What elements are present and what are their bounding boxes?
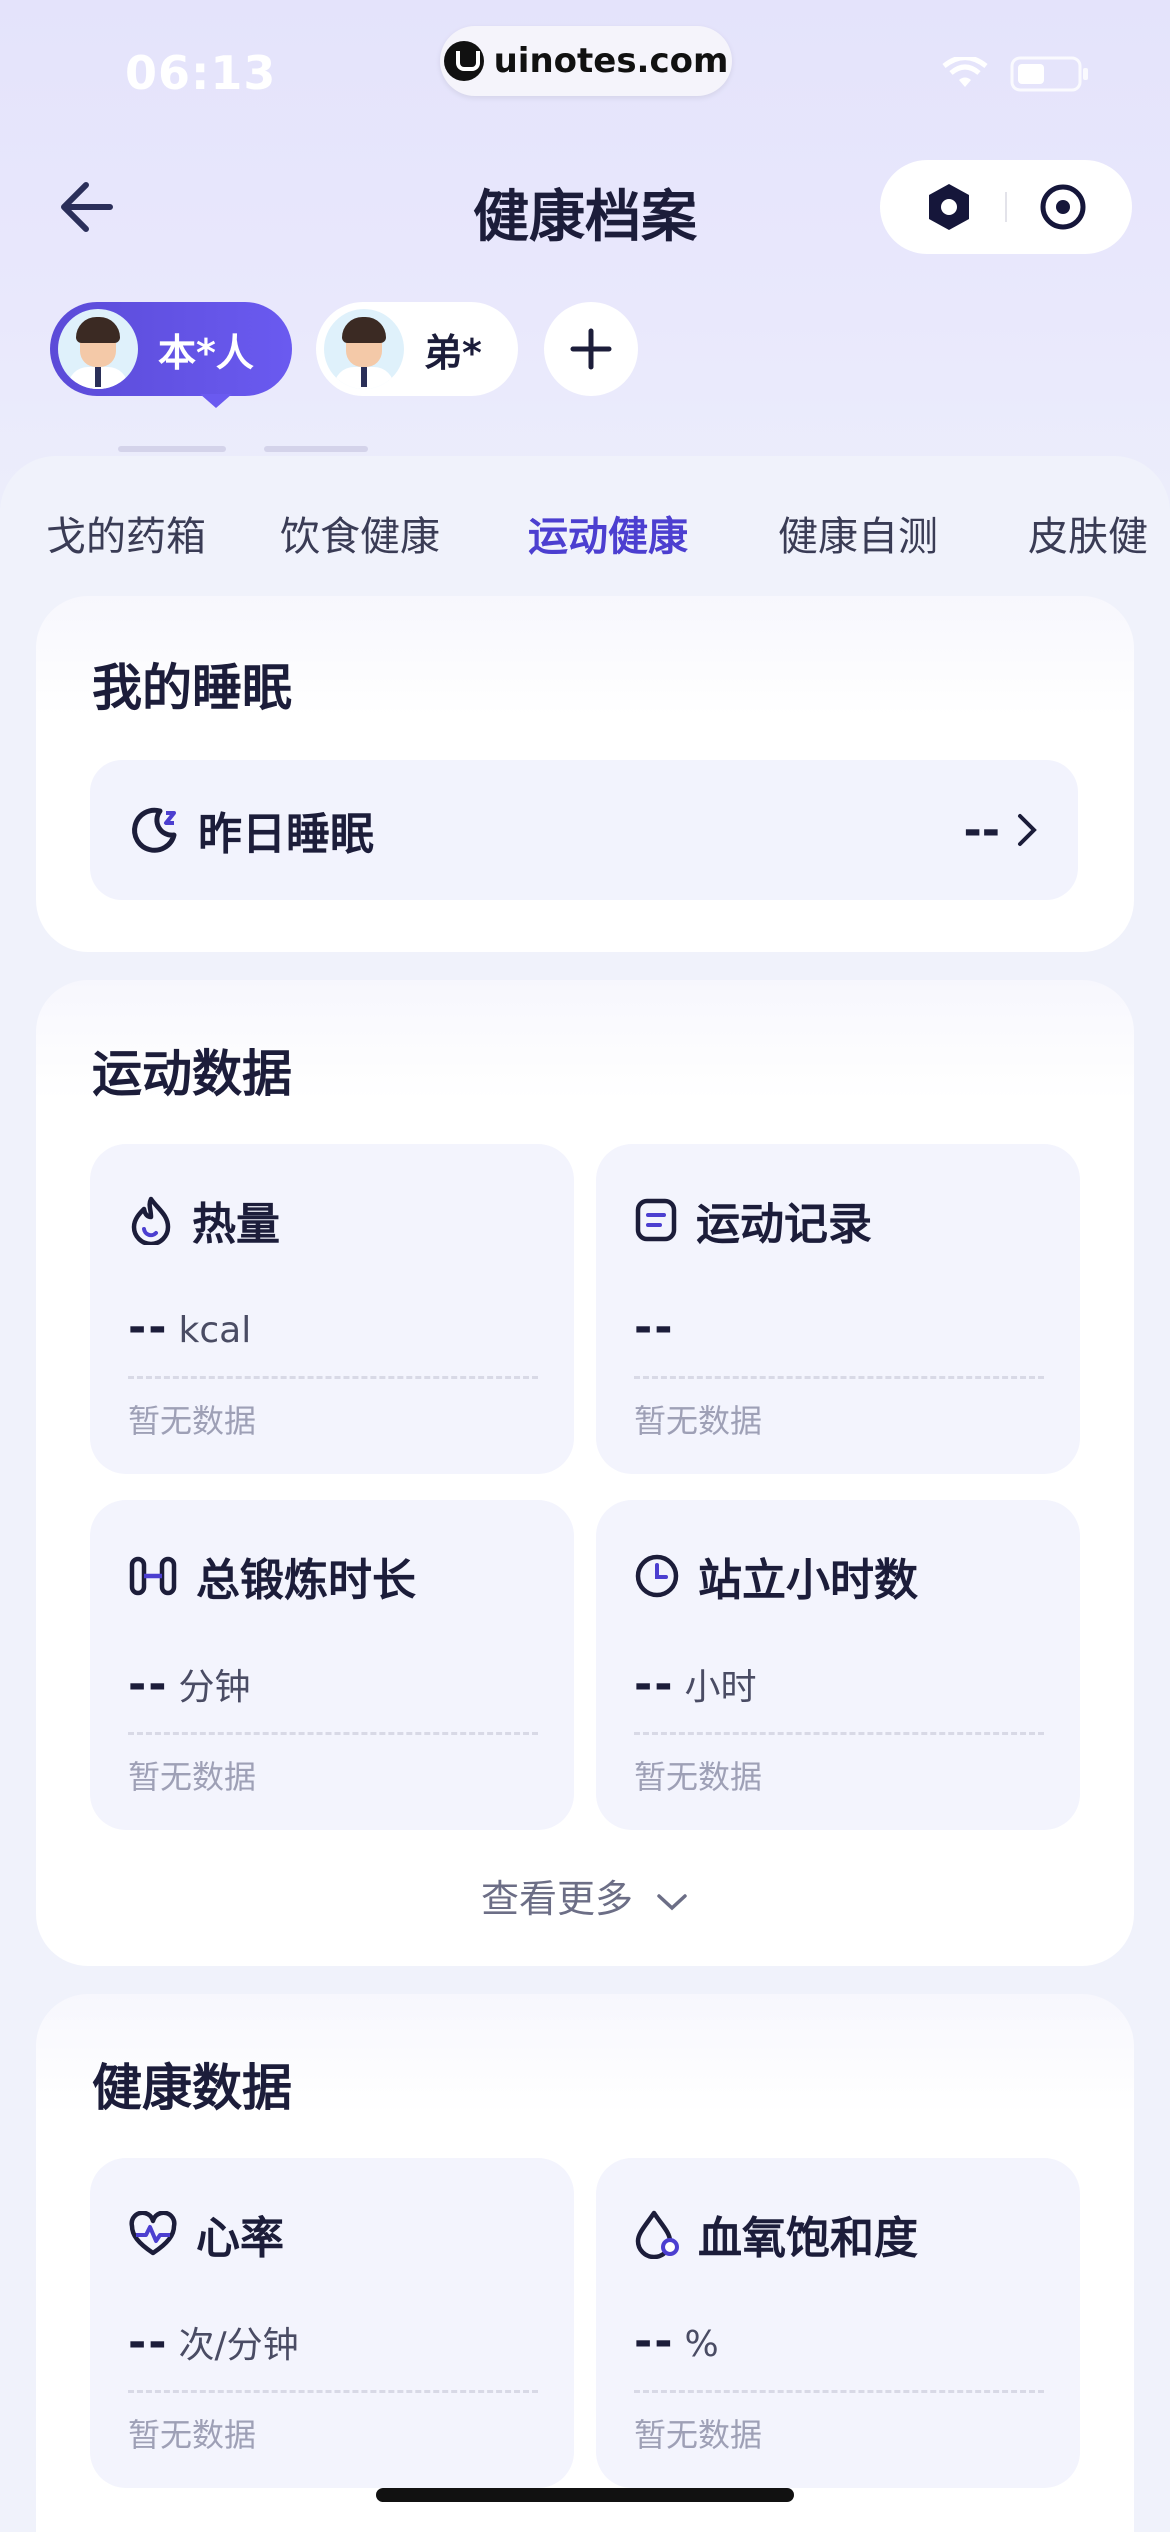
tile-unit: % bbox=[684, 2324, 719, 2365]
close-target-icon[interactable] bbox=[1038, 182, 1088, 232]
plus-icon bbox=[570, 328, 612, 370]
tile-label: 心率 bbox=[196, 2213, 284, 2264]
blood-oxygen-tile[interactable]: 血氧饱和度 -- % 暂无数据 bbox=[596, 2158, 1080, 2488]
profile-chip-brother[interactable]: 弟* bbox=[316, 302, 518, 396]
tab-sport-health[interactable]: 运动健康 bbox=[528, 504, 688, 562]
tile-empty-text: 暂无数据 bbox=[634, 2416, 763, 2454]
heart-rate-tile[interactable]: 心率 -- 次/分钟 暂无数据 bbox=[90, 2158, 574, 2488]
tile-empty-text: 暂无数据 bbox=[634, 1402, 763, 1440]
add-profile-button[interactable] bbox=[544, 302, 638, 396]
scroll-indicator bbox=[118, 446, 226, 452]
view-more-label: 查看更多 bbox=[480, 1877, 633, 1921]
tile-empty-text: 暂无数据 bbox=[128, 2416, 257, 2454]
tab-skin-health[interactable]: 皮肤健 bbox=[1028, 504, 1148, 562]
tile-value: -- bbox=[128, 1302, 169, 1353]
tab-diet-health[interactable]: 饮食健康 bbox=[280, 504, 440, 562]
avatar bbox=[58, 309, 138, 389]
profile-name: 本*人 bbox=[158, 330, 254, 375]
battery-icon bbox=[1010, 56, 1088, 92]
category-tabs: 戈的药箱 饮食健康 运动健康 健康自测 皮肤健 bbox=[0, 456, 1170, 596]
record-icon bbox=[635, 1198, 677, 1242]
tile-value: -- bbox=[128, 1659, 169, 1710]
blood-oxygen-icon bbox=[635, 2210, 679, 2259]
tile-value: -- bbox=[128, 2317, 169, 2368]
divider bbox=[128, 2390, 538, 2393]
tile-empty-text: 暂无数据 bbox=[634, 1758, 763, 1796]
divider bbox=[128, 1732, 538, 1735]
profile-chip-self[interactable]: 本*人 bbox=[50, 302, 292, 408]
watermark-logo-icon bbox=[443, 41, 484, 81]
tab-health-selftest[interactable]: 健康自测 bbox=[778, 504, 938, 562]
clock-icon bbox=[635, 1554, 679, 1598]
moon-icon bbox=[132, 807, 177, 853]
flame-icon bbox=[131, 1196, 171, 1245]
card-title: 健康数据 bbox=[92, 2059, 292, 2117]
calories-tile[interactable]: 热量 -- kcal 暂无数据 bbox=[90, 1144, 574, 1474]
tile-label: 热量 bbox=[192, 1199, 280, 1250]
avatar bbox=[324, 309, 404, 389]
heart-rate-icon bbox=[129, 2211, 177, 2256]
tile-label: 运动记录 bbox=[696, 1199, 872, 1250]
sleep-row-label: 昨日睡眠 bbox=[198, 809, 374, 860]
divider bbox=[128, 1376, 538, 1379]
tile-unit: 小时 bbox=[684, 1667, 757, 1708]
exercise-record-tile[interactable]: 运动记录 -- 暂无数据 bbox=[596, 1144, 1080, 1474]
more-menu-icon[interactable] bbox=[924, 182, 974, 232]
tab-medicine-box[interactable]: 戈的药箱 bbox=[46, 504, 206, 562]
tile-empty-text: 暂无数据 bbox=[128, 1402, 257, 1440]
tile-label: 站立小时数 bbox=[698, 1555, 918, 1606]
status-time: 06:13 bbox=[125, 46, 277, 100]
mini-program-capsule bbox=[880, 160, 1132, 254]
sleep-card: 我的睡眠 昨日睡眠 -- bbox=[36, 596, 1134, 952]
sleep-row-value: -- bbox=[963, 804, 1000, 856]
tile-unit: 次/分钟 bbox=[178, 2325, 299, 2366]
profile-name: 弟* bbox=[424, 330, 482, 375]
tile-empty-text: 暂无数据 bbox=[128, 1758, 257, 1796]
tile-label: 血氧饱和度 bbox=[698, 2213, 918, 2264]
wifi-icon bbox=[942, 57, 988, 87]
dumbbell-icon bbox=[129, 1556, 177, 1596]
divider bbox=[634, 1732, 1044, 1735]
scroll-indicator bbox=[264, 446, 368, 452]
health-data-card: 健康数据 心率 -- 次/分钟 暂无数据 血氧饱和度 -- % 暂无数据 bbox=[36, 1994, 1134, 2532]
capsule-divider bbox=[1004, 192, 1007, 222]
tile-unit: 分钟 bbox=[178, 1667, 251, 1708]
watermark-text: uinotes.com bbox=[493, 41, 729, 81]
view-more-button[interactable]: 查看更多 bbox=[36, 1868, 1134, 1923]
home-indicator[interactable] bbox=[376, 2488, 794, 2502]
watermark-badge: uinotes.com bbox=[440, 26, 732, 96]
tile-value: -- bbox=[634, 1659, 675, 1710]
chevron-down-icon bbox=[657, 1893, 687, 1910]
card-title: 我的睡眠 bbox=[92, 659, 292, 717]
total-workout-duration-tile[interactable]: 总锻炼时长 -- 分钟 暂无数据 bbox=[90, 1500, 574, 1830]
standing-hours-tile[interactable]: 站立小时数 -- 小时 暂无数据 bbox=[596, 1500, 1080, 1830]
tile-value: -- bbox=[634, 1302, 675, 1353]
divider bbox=[634, 1376, 1044, 1379]
tile-label: 总锻炼时长 bbox=[196, 1555, 416, 1606]
chevron-right-icon bbox=[1018, 814, 1037, 846]
tile-value: -- bbox=[634, 2316, 675, 2367]
card-title: 运动数据 bbox=[92, 1045, 292, 1103]
status-icons bbox=[942, 56, 1090, 92]
sport-data-card: 运动数据 热量 -- kcal 暂无数据 运动记录 -- 暂无数据 总锻炼时长 … bbox=[36, 980, 1134, 1966]
tile-unit: kcal bbox=[178, 1310, 252, 1351]
yesterday-sleep-row[interactable]: 昨日睡眠 -- bbox=[90, 760, 1078, 900]
divider bbox=[634, 2390, 1044, 2393]
